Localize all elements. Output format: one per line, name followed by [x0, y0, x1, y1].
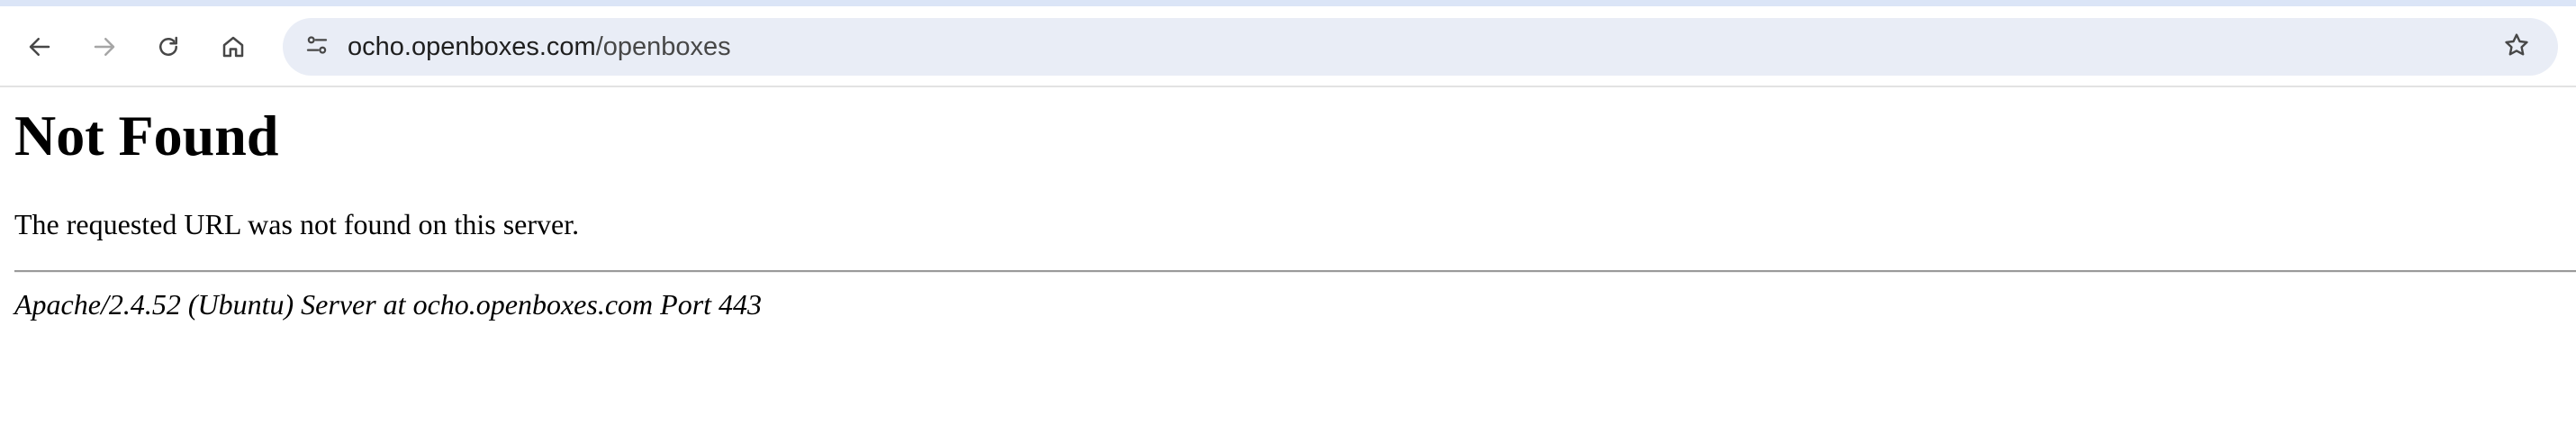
star-outline-icon: [2502, 31, 2531, 64]
bookmark-button[interactable]: [2493, 23, 2540, 70]
reload-icon: [155, 33, 182, 60]
page-content: Not Found The requested URL was not foun…: [0, 87, 2576, 425]
browser-toolbar: ocho.openboxes.com/openboxes: [0, 6, 2576, 87]
address-bar[interactable]: ocho.openboxes.com/openboxes: [283, 18, 2558, 76]
url-path: /openboxes: [595, 32, 731, 61]
server-signature: Apache/2.4.52 (Ubuntu) Server at ocho.op…: [14, 288, 763, 321]
site-info-button[interactable]: [294, 23, 340, 70]
tune-icon: [303, 32, 330, 63]
back-button[interactable]: [16, 23, 63, 70]
page-title: Not Found: [14, 104, 279, 167]
window-top-strip: [0, 0, 2576, 6]
error-message: The requested URL was not found on this …: [14, 208, 580, 240]
home-button[interactable]: [210, 23, 257, 70]
url-text[interactable]: ocho.openboxes.com/openboxes: [348, 18, 731, 76]
reload-button[interactable]: [145, 23, 192, 70]
home-icon: [220, 33, 247, 60]
arrow-right-icon: [91, 33, 118, 60]
horizontal-rule: [14, 270, 2576, 273]
forward-button[interactable]: [81, 23, 128, 70]
arrow-left-icon: [26, 33, 53, 60]
url-host: ocho.openboxes.com: [348, 32, 596, 61]
